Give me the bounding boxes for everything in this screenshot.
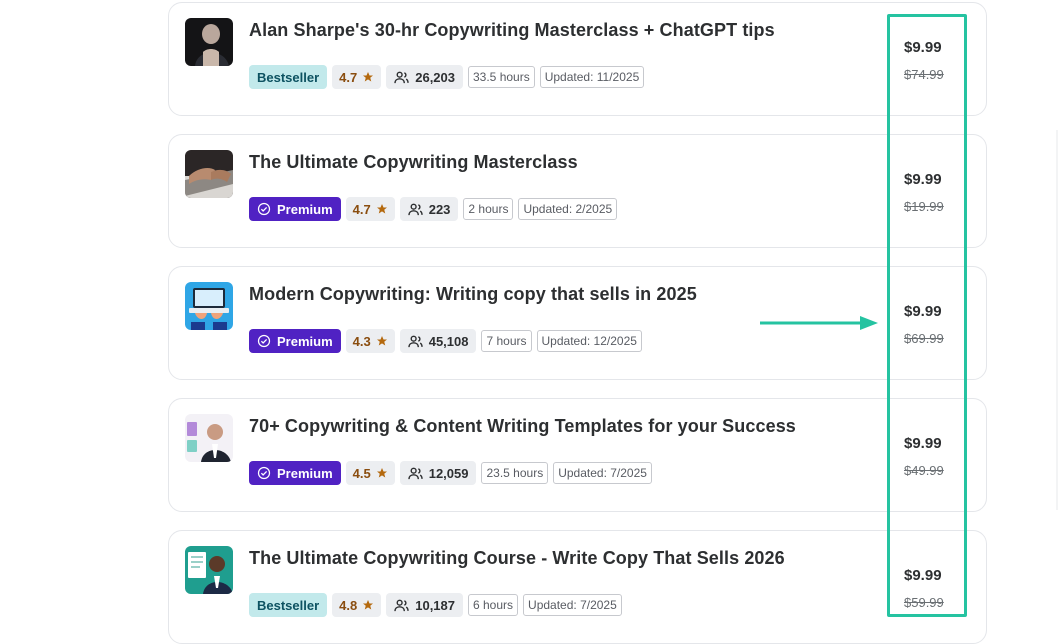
rating-badge: 4.7 bbox=[332, 65, 382, 89]
premium-badge: Premium bbox=[249, 197, 341, 221]
duration-chip: 33.5 hours bbox=[468, 66, 535, 88]
course-meta: Premium 4.5 12,059 23.5 hours Updated: 7… bbox=[249, 461, 652, 485]
duration-chip: 23.5 hours bbox=[481, 462, 549, 484]
students-badge: 223 bbox=[399, 197, 459, 221]
rating-value: 4.3 bbox=[352, 333, 371, 349]
people-icon bbox=[394, 599, 409, 611]
course-thumbnail[interactable] bbox=[185, 414, 233, 462]
course-title[interactable]: The Ultimate Copywriting Course - Write … bbox=[249, 548, 785, 569]
star-icon bbox=[376, 336, 387, 346]
updated-chip: Updated: 11/2025 bbox=[539, 66, 645, 88]
bestseller-badge: Bestseller bbox=[249, 65, 328, 89]
updated-chip: Updated: 7/2025 bbox=[523, 594, 622, 616]
badge-check-icon bbox=[257, 466, 271, 480]
premium-badge: Premium bbox=[249, 329, 341, 353]
course-thumbnail[interactable] bbox=[185, 282, 233, 330]
rating-value: 4.7 bbox=[352, 201, 371, 217]
course-meta: Premium 4.7 223 2 hours Updated: 2/2025 bbox=[249, 197, 618, 221]
premium-label: Premium bbox=[277, 201, 333, 217]
premium-badge: Premium bbox=[249, 461, 341, 485]
course-meta: Premium 4.3 45,108 7 hours Updated: 12/2… bbox=[249, 329, 642, 353]
students-count: 10,187 bbox=[415, 597, 455, 613]
rating-badge: 4.8 bbox=[332, 593, 382, 617]
people-icon bbox=[408, 203, 423, 215]
course-title[interactable]: Modern Copywriting: Writing copy that se… bbox=[249, 284, 697, 305]
students-badge: 12,059 bbox=[399, 461, 477, 485]
star-icon bbox=[363, 72, 374, 82]
course-thumbnail[interactable] bbox=[185, 18, 233, 66]
course-thumbnail-image bbox=[185, 282, 233, 330]
badge-check-icon bbox=[257, 202, 271, 216]
duration-chip: 6 hours bbox=[468, 594, 519, 616]
star-icon bbox=[376, 204, 387, 214]
rating-badge: 4.5 bbox=[345, 461, 395, 485]
price-highlight-box bbox=[887, 14, 967, 617]
star-icon bbox=[376, 468, 387, 478]
students-count: 45,108 bbox=[428, 333, 469, 349]
updated-chip: Updated: 7/2025 bbox=[553, 462, 652, 484]
rating-badge: 4.7 bbox=[345, 197, 395, 221]
students-badge: 10,187 bbox=[386, 593, 463, 617]
course-thumbnail-image bbox=[185, 546, 233, 594]
rating-badge: 4.3 bbox=[345, 329, 395, 353]
students-count: 223 bbox=[428, 201, 451, 217]
students-count: 12,059 bbox=[428, 465, 469, 481]
star-icon bbox=[363, 600, 374, 610]
people-icon bbox=[408, 467, 423, 479]
course-card[interactable]: 70+ Copywriting & Content Writing Templa… bbox=[168, 398, 987, 512]
course-title[interactable]: The Ultimate Copywriting Masterclass bbox=[249, 152, 578, 173]
course-thumbnail-image bbox=[185, 150, 233, 198]
course-meta: Bestseller 4.8 10,187 6 hours Updated: 7… bbox=[249, 593, 622, 617]
course-meta: Bestseller 4.7 26,203 33.5 hours Updated… bbox=[249, 65, 645, 89]
students-badge: 26,203 bbox=[386, 65, 463, 89]
students-count: 26,203 bbox=[415, 69, 455, 85]
course-title[interactable]: Alan Sharpe's 30-hr Copywriting Mastercl… bbox=[249, 20, 775, 41]
updated-chip: Updated: 2/2025 bbox=[518, 198, 618, 220]
course-thumbnail[interactable] bbox=[185, 546, 233, 594]
course-thumbnail-image bbox=[185, 414, 233, 462]
course-card[interactable]: The Ultimate Copywriting Masterclass Pre… bbox=[168, 134, 987, 248]
rating-value: 4.8 bbox=[339, 597, 358, 613]
updated-chip: Updated: 12/2025 bbox=[536, 330, 642, 352]
course-card[interactable]: Alan Sharpe's 30-hr Copywriting Mastercl… bbox=[168, 2, 987, 116]
duration-chip: 2 hours bbox=[463, 198, 514, 220]
course-card[interactable]: The Ultimate Copywriting Course - Write … bbox=[168, 530, 987, 644]
people-icon bbox=[394, 71, 409, 83]
bestseller-badge: Bestseller bbox=[249, 593, 328, 617]
rating-value: 4.7 bbox=[339, 69, 358, 85]
rating-value: 4.5 bbox=[352, 465, 371, 481]
badge-check-icon bbox=[257, 334, 271, 348]
course-thumbnail[interactable] bbox=[185, 150, 233, 198]
arrow-right-icon bbox=[760, 316, 878, 330]
premium-label: Premium bbox=[277, 465, 333, 481]
students-badge: 45,108 bbox=[399, 329, 477, 353]
premium-label: Premium bbox=[277, 333, 333, 349]
people-icon bbox=[408, 335, 423, 347]
course-thumbnail-image bbox=[185, 18, 233, 66]
course-title[interactable]: 70+ Copywriting & Content Writing Templa… bbox=[249, 416, 796, 437]
duration-chip: 7 hours bbox=[481, 330, 532, 352]
